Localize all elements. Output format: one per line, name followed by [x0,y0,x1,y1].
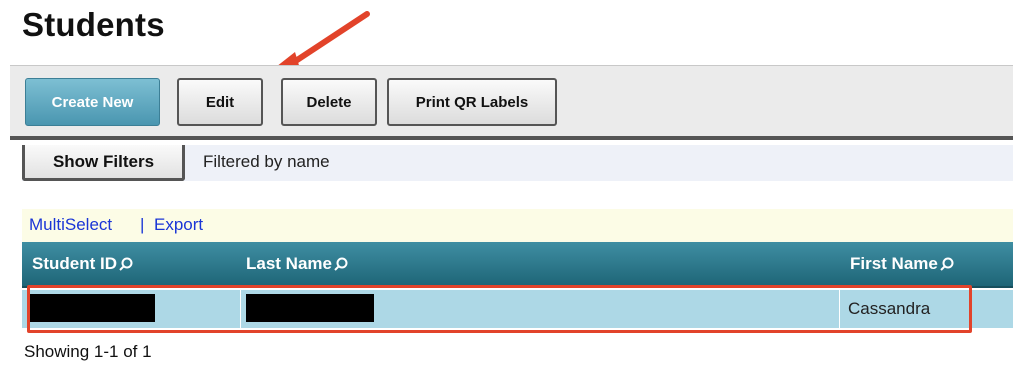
export-link[interactable]: Export [154,215,203,235]
search-icon[interactable] [119,257,133,271]
edit-button[interactable]: Edit [177,78,263,126]
pagination-status: Showing 1-1 of 1 [24,342,152,361]
column-header-student-id[interactable]: Student ID [32,254,133,274]
create-new-button[interactable]: Create New [25,78,160,126]
toolbar: Create New Edit Delete Print QR Labels [10,65,1013,140]
column-header-label: Last Name [246,254,332,273]
print-qr-labels-button[interactable]: Print QR Labels [387,78,557,126]
table-actions-bar: MultiSelect | Export [22,209,1013,242]
multiselect-link[interactable]: MultiSelect [29,215,112,235]
column-header-first-name[interactable]: First Name [850,254,954,274]
filter-bar: Show Filters Filtered by name [22,145,1013,181]
column-header-last-name[interactable]: Last Name [246,254,348,274]
search-icon[interactable] [334,257,348,271]
delete-button[interactable]: Delete [281,78,377,126]
filter-status: Filtered by name [203,152,330,171]
page-title: Students [22,6,165,43]
search-icon[interactable] [940,257,954,271]
link-separator: | [140,215,145,234]
show-filters-button[interactable]: Show Filters [22,145,185,181]
column-header-label: First Name [850,254,938,273]
table-header: Student ID Last Name First Name [22,242,1013,288]
annotation-highlight-box [27,285,972,333]
column-header-label: Student ID [32,254,117,273]
